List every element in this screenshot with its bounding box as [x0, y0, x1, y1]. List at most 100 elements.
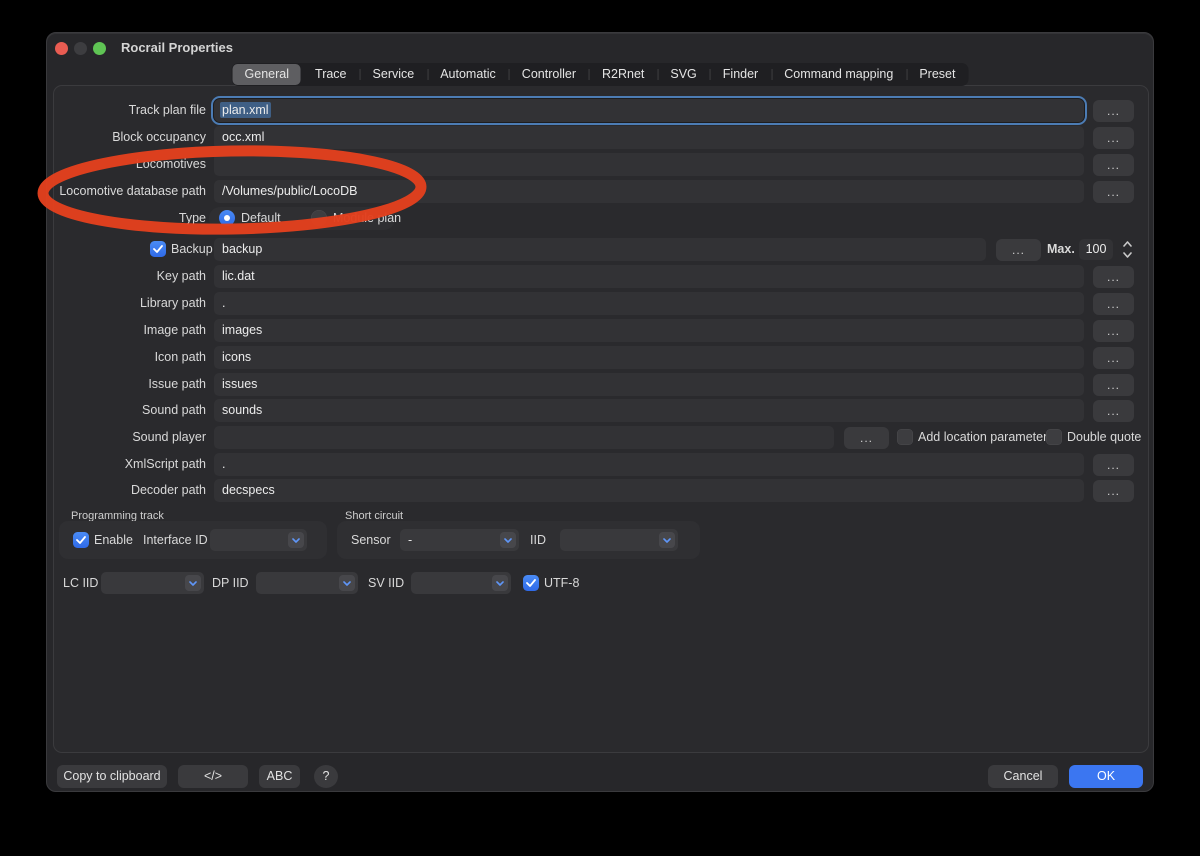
type-module-plan-radio[interactable]	[311, 210, 327, 226]
chevron-down-icon	[492, 575, 508, 591]
add-location-parameter-label: Add location parameter	[918, 426, 1047, 449]
block-occupancy-label: Block occupancy	[57, 126, 206, 149]
type-label: Type	[57, 207, 206, 230]
checkmark-icon	[153, 245, 163, 253]
icon-path-row: Icon path icons ...	[47, 346, 1153, 369]
abc-button[interactable]: ABC	[259, 765, 300, 788]
key-path-row: Key path lic.dat ...	[47, 265, 1153, 288]
track-plan-file-label: Track plan file	[57, 99, 206, 122]
sensor-dropdown[interactable]: -	[400, 529, 519, 551]
double-quote-checkbox[interactable]	[1046, 429, 1062, 445]
utf8-checkbox[interactable]	[523, 575, 539, 591]
copy-to-clipboard-button[interactable]: Copy to clipboard	[57, 765, 167, 788]
tab-automatic[interactable]: Automatic	[427, 63, 509, 86]
iid-dropdown[interactable]	[560, 529, 678, 551]
tab-general[interactable]: General	[233, 64, 301, 85]
key-path-input[interactable]: lic.dat	[214, 265, 1084, 288]
key-path-label: Key path	[57, 265, 206, 288]
backup-input[interactable]: backup	[214, 238, 986, 261]
iid-settings-row: LC IID DP IID SV IID UTF-8	[47, 572, 1153, 595]
decoder-path-input[interactable]: decspecs	[214, 479, 1084, 502]
ok-button[interactable]: OK	[1069, 765, 1143, 788]
image-path-label: Image path	[57, 319, 206, 342]
dp-iid-label: DP IID	[212, 572, 249, 595]
locomotives-label: Locomotives	[57, 153, 206, 176]
locomotives-row: Locomotives ...	[47, 153, 1153, 176]
icon-path-input[interactable]: icons	[214, 346, 1084, 369]
sound-path-label: Sound path	[57, 399, 206, 422]
browse-button[interactable]: ...	[1093, 320, 1134, 342]
lc-iid-label: LC IID	[63, 572, 98, 595]
sound-path-input[interactable]: sounds	[214, 399, 1084, 422]
close-window-button[interactable]	[55, 42, 68, 55]
block-occupancy-input[interactable]: occ.xml	[214, 126, 1084, 149]
tab-svg[interactable]: SVG	[657, 63, 709, 86]
browse-button[interactable]: ...	[996, 239, 1041, 261]
browse-button[interactable]: ...	[1093, 374, 1134, 396]
type-row: Type Default Module plan	[47, 207, 1153, 230]
sound-player-row: Sound player ... Add location parameter …	[47, 426, 1153, 449]
tab-trace[interactable]: Trace	[302, 63, 360, 86]
sound-player-label: Sound player	[57, 426, 206, 449]
library-path-input[interactable]: .	[214, 292, 1084, 315]
dp-iid-dropdown[interactable]	[256, 572, 358, 594]
max-backups-input[interactable]: 100	[1079, 239, 1113, 260]
block-occupancy-row: Block occupancy occ.xml ...	[47, 126, 1153, 149]
backup-row: Backup backup ... Max. 100	[47, 238, 1153, 261]
tab-service[interactable]: Service	[360, 63, 428, 86]
tab-r2rnet[interactable]: R2Rnet	[589, 63, 657, 86]
tab-command-mapping[interactable]: Command mapping	[771, 63, 906, 86]
tab-finder[interactable]: Finder	[710, 63, 771, 86]
backup-checkbox[interactable]	[150, 241, 166, 257]
add-location-parameter-checkbox[interactable]	[897, 429, 913, 445]
decoder-path-row: Decoder path decspecs ...	[47, 479, 1153, 502]
browse-button[interactable]: ...	[1093, 347, 1134, 369]
sv-iid-label: SV IID	[368, 572, 404, 595]
type-default-radio[interactable]	[219, 210, 235, 226]
cancel-button[interactable]: Cancel	[988, 765, 1058, 788]
tab-preset[interactable]: Preset	[906, 63, 968, 86]
max-label: Max.	[1047, 238, 1075, 261]
issue-path-row: Issue path issues ...	[47, 373, 1153, 396]
chevron-down-icon	[500, 532, 516, 548]
chevron-down-icon	[659, 532, 675, 548]
utf8-label: UTF-8	[544, 572, 579, 595]
browse-button[interactable]: ...	[1093, 400, 1134, 422]
browse-button[interactable]: ...	[1093, 181, 1134, 203]
desktop-background: Rocrail Properties General Trace Service…	[0, 0, 1200, 856]
browse-button[interactable]: ...	[1093, 266, 1134, 288]
issue-path-input[interactable]: issues	[214, 373, 1084, 396]
track-plan-file-input[interactable]: plan.xml	[214, 99, 1084, 122]
image-path-input[interactable]: images	[214, 319, 1084, 342]
minimize-window-button[interactable]	[74, 42, 87, 55]
max-backups-stepper	[1119, 238, 1135, 261]
browse-button[interactable]: ...	[1093, 127, 1134, 149]
locomotives-input[interactable]	[214, 153, 1084, 176]
browse-button[interactable]: ...	[844, 427, 889, 449]
locomotive-database-path-row: Locomotive database path /Volumes/public…	[47, 180, 1153, 203]
lc-iid-dropdown[interactable]	[101, 572, 204, 594]
browse-button[interactable]: ...	[1093, 293, 1134, 315]
browse-button[interactable]: ...	[1093, 454, 1134, 476]
browse-button[interactable]: ...	[1093, 154, 1134, 176]
chevron-down-icon[interactable]	[1119, 249, 1135, 260]
sound-path-row: Sound path sounds ...	[47, 399, 1153, 422]
locomotive-database-path-input[interactable]: /Volumes/public/LocoDB	[214, 180, 1084, 203]
xmlscript-path-input[interactable]: .	[214, 453, 1084, 476]
tab-bar: General Trace Service Automatic Controll…	[232, 63, 969, 86]
browse-button[interactable]: ...	[1093, 100, 1134, 122]
help-button[interactable]: ?	[314, 765, 338, 788]
sound-player-input[interactable]	[214, 426, 834, 449]
chevron-up-icon[interactable]	[1119, 238, 1135, 249]
zoom-window-button[interactable]	[93, 42, 106, 55]
browse-button[interactable]: ...	[1093, 480, 1134, 502]
track-plan-file-row: Track plan file plan.xml ...	[47, 99, 1153, 122]
sv-iid-dropdown[interactable]	[411, 572, 511, 594]
icon-path-label: Icon path	[57, 346, 206, 369]
tab-controller[interactable]: Controller	[509, 63, 589, 86]
rocrail-properties-window: Rocrail Properties General Trace Service…	[46, 32, 1154, 792]
checkmark-icon	[526, 579, 536, 587]
title-bar[interactable]: Rocrail Properties	[47, 33, 1153, 63]
xml-source-button[interactable]: </>	[178, 765, 248, 788]
backup-label: Backup	[171, 238, 213, 261]
